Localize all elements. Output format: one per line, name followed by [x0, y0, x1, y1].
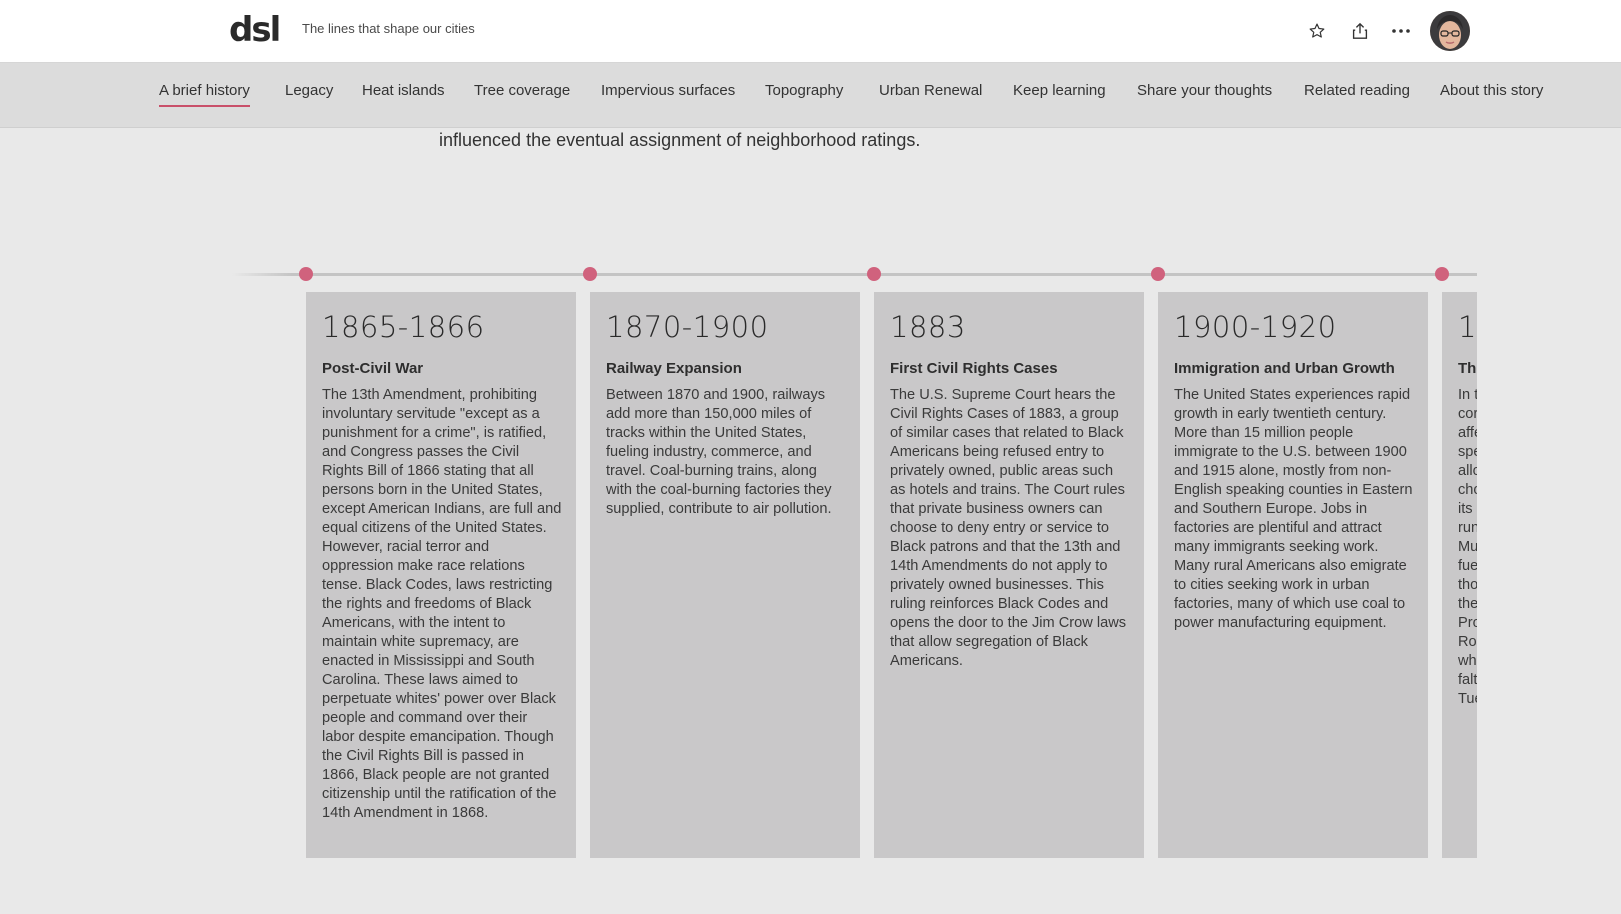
nav-item-tree-coverage[interactable]: Tree coverage — [474, 82, 570, 105]
nav-item-related-reading[interactable]: Related reading — [1304, 82, 1410, 105]
nav-item-share-your-thoughts[interactable]: Share your thoughts — [1137, 82, 1272, 105]
card-body-line: allo — [1458, 463, 1477, 479]
nav-item-keep-learning[interactable]: Keep learning — [1013, 82, 1106, 105]
timeline-marker[interactable] — [583, 267, 597, 281]
star-icon — [1309, 23, 1325, 38]
card-body-line: Mu — [1458, 539, 1477, 555]
card-body: Between 1870 and 1900, railways add more… — [606, 387, 832, 517]
timeline-marker[interactable] — [1435, 267, 1449, 281]
card-body-line: falt — [1458, 672, 1477, 688]
top-header: dsl The lines that shape our cities — [0, 0, 1621, 63]
timeline-card: 1900-1920 Immigration and Urban Growth T… — [1158, 292, 1428, 858]
timeline-cards[interactable]: 1865-1866 Post-Civil War The 13th Amendm… — [0, 290, 1477, 858]
card-title: Immigration and Urban Growth — [1174, 360, 1395, 377]
timeline-marker[interactable] — [299, 267, 313, 281]
more-icon — [1392, 29, 1410, 33]
card-body-line: affe — [1458, 425, 1477, 441]
site-logo[interactable]: dsl — [229, 10, 281, 50]
card-year: 1865-1866 — [322, 310, 485, 344]
card-body: The United States experiences rapid grow… — [1174, 387, 1413, 631]
card-body: The 13th Amendment, prohibiting involunt… — [322, 387, 562, 821]
timeline-marker[interactable] — [1151, 267, 1165, 281]
nav-item-heat-islands[interactable]: Heat islands — [362, 82, 445, 105]
card-body-line: Tue — [1458, 691, 1477, 707]
card-body: The U.S. Supreme Court hears the Civil R… — [890, 387, 1127, 669]
card-body-line: tho — [1458, 577, 1477, 593]
card-body-line: run — [1458, 520, 1477, 536]
timeline-card: 1870-1900 Railway Expansion Between 1870… — [590, 292, 860, 858]
nav-item-topography[interactable]: Topography — [765, 82, 843, 105]
card-body-line: In t — [1458, 387, 1477, 403]
more-options-button[interactable] — [1388, 18, 1414, 44]
card-year: 1 — [1458, 310, 1477, 344]
card-body-line: fue — [1458, 558, 1477, 574]
card-body-line: Roo — [1458, 634, 1477, 650]
card-title: First Civil Rights Cases — [890, 360, 1058, 377]
share-icon — [1352, 22, 1368, 39]
card-title: Post-Civil War — [322, 360, 424, 377]
nav-item-impervious-surfaces[interactable]: Impervious surfaces — [601, 82, 735, 105]
card-body-line: cho — [1458, 482, 1477, 498]
card-year: 1870-1900 — [606, 310, 769, 344]
card-body-line: spe — [1458, 444, 1477, 460]
timeline-card: 1865-1866 Post-Civil War The 13th Amendm… — [306, 292, 576, 858]
user-avatar[interactable] — [1430, 11, 1470, 51]
nav-item-a-brief-history[interactable]: A brief history — [159, 82, 250, 107]
card-year: 1883 — [890, 310, 966, 344]
card-body-line: whi — [1458, 653, 1477, 669]
card-body-line: its — [1458, 501, 1473, 517]
card-body: In t cor affe spe allo cho its run Mu fue tho the Pr… — [1458, 386, 1477, 709]
card-body-line: cor — [1458, 406, 1477, 422]
timeline-track — [232, 273, 1477, 276]
intro-paragraph: influenced the eventual assignment of ne… — [439, 130, 921, 150]
timeline-marker[interactable] — [867, 267, 881, 281]
timeline-card-partial: 1 The In t cor affe spe allo cho its run Mu fue th… — [1442, 292, 1477, 858]
card-title: Railway Expansion — [606, 360, 742, 377]
card-title: The — [1458, 360, 1477, 377]
story-tagline: The lines that shape our cities — [302, 21, 475, 36]
nav-item-urban-renewal[interactable]: Urban Renewal — [879, 82, 982, 105]
nav-item-about-this-story[interactable]: About this story — [1440, 82, 1543, 105]
card-body-line: Pro — [1458, 615, 1477, 631]
timeline-card: 1883 First Civil Rights Cases The U.S. S… — [874, 292, 1144, 858]
user-avatar-image — [1430, 11, 1470, 51]
card-year: 1900-1920 — [1174, 310, 1337, 344]
card-body-line: the — [1458, 596, 1477, 612]
favorite-button[interactable] — [1304, 18, 1330, 44]
share-button[interactable] — [1347, 18, 1373, 44]
nav-item-legacy[interactable]: Legacy — [285, 82, 333, 105]
section-nav: A brief history Legacy Heat islands Tree… — [0, 63, 1621, 128]
